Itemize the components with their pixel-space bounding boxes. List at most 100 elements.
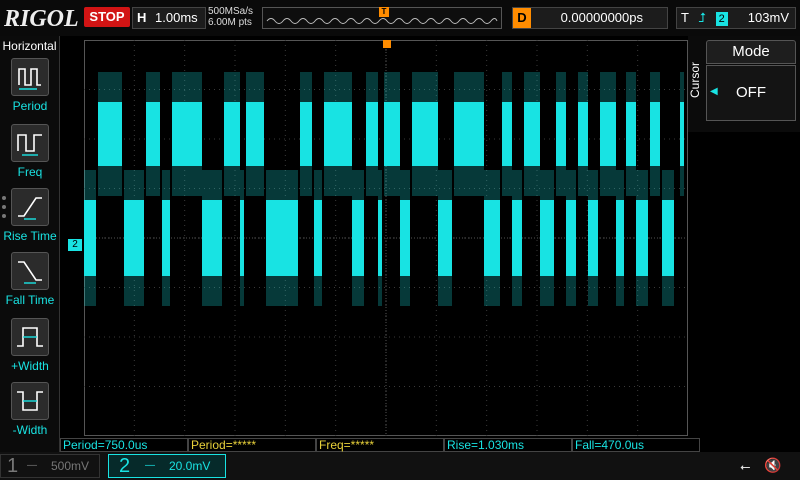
menu-item-label: Freq: [17, 165, 43, 179]
sample-rate: 500MSa/s: [208, 6, 254, 17]
memory-position-bar[interactable]: T: [262, 7, 502, 29]
trigger-box[interactable]: T ⮥ 2 103mV: [676, 7, 796, 29]
channel-1-number: 1: [7, 455, 19, 477]
high-level-burst-noise: [384, 72, 400, 196]
high-level-burst-noise: [146, 72, 160, 196]
menu-item-label: +Width: [11, 359, 49, 373]
measurement-fall-ch2[interactable]: Fall=470.0us: [572, 438, 700, 452]
delay-label: D: [513, 8, 531, 28]
fall-time-icon: [11, 252, 49, 290]
cursor-mode-button[interactable]: OFF: [706, 65, 796, 121]
menu-item-rise-time[interactable]: Rise Time: [0, 188, 60, 248]
rise-time-icon: [11, 188, 49, 226]
menu-item-label: Rise Time: [3, 229, 57, 243]
trigger-position-marker: T: [379, 7, 389, 17]
horizontal-label: H: [137, 10, 147, 25]
high-level-burst-noise: [578, 72, 588, 196]
low-level-burst-noise: [84, 170, 96, 306]
low-level-burst-noise: [202, 170, 222, 306]
high-level-burst-noise: [300, 72, 312, 196]
menu-item-freq[interactable]: Freq: [0, 124, 60, 184]
high-level-burst-noise: [224, 72, 240, 196]
low-level-burst-noise: [162, 170, 170, 306]
acquisition-info: 500MSa/s 6.00M pts: [208, 6, 253, 28]
channel-2-coupling: —: [145, 460, 155, 471]
low-level-burst-noise: [240, 170, 244, 306]
high-level-burst-noise: [502, 72, 512, 196]
high-level-burst-noise: [600, 72, 616, 196]
channel-2-offset-marker[interactable]: 2: [68, 239, 82, 251]
channel-1-box[interactable]: 1 — 500mV: [0, 454, 100, 478]
menu-item-label: Fall Time: [5, 293, 55, 307]
high-level-burst-noise: [324, 72, 352, 196]
low-level-burst-noise: [566, 170, 576, 306]
low-level-burst-noise: [378, 170, 382, 306]
high-level-burst-noise: [98, 72, 122, 196]
menu-item-negative-width[interactable]: -Width: [0, 382, 60, 442]
cursor-mode-value: OFF: [736, 84, 766, 101]
memory-depth: 6.00M pts: [208, 17, 252, 28]
timebase-value: 1.00ms: [155, 10, 198, 25]
menu-item-fall-time[interactable]: Fall Time: [0, 252, 60, 312]
high-level-burst-noise: [680, 72, 684, 196]
low-level-burst-noise: [438, 170, 452, 306]
low-level-burst-noise: [540, 170, 554, 306]
channel-2-number: 2: [119, 455, 131, 477]
cursor-panel-label: Cursor: [688, 62, 702, 99]
low-level-burst-noise: [124, 170, 144, 306]
panel-title: Horizontal: [2, 39, 57, 53]
menu-item-positive-width[interactable]: +Width: [0, 318, 60, 378]
pos-width-icon: [11, 318, 49, 356]
high-level-burst-noise: [626, 72, 636, 196]
rising-edge-icon: ⮥: [698, 10, 707, 25]
freq-icon: [11, 124, 49, 162]
low-level-burst-noise: [588, 170, 598, 306]
menu-item-label: Period: [12, 99, 48, 113]
speaker-muted-icon[interactable]: 🔇: [764, 457, 781, 474]
low-level-burst-noise: [352, 170, 364, 306]
menu-item-label: -Width: [12, 423, 48, 437]
trigger-label: T: [681, 10, 689, 25]
channel-2-box[interactable]: 2 — 20.0mV: [108, 454, 226, 478]
run-stop-indicator[interactable]: STOP: [84, 7, 130, 27]
rigol-logo: RIGOL: [4, 6, 79, 32]
menu-item-period[interactable]: Period: [0, 58, 60, 118]
high-level-burst-noise: [556, 72, 566, 196]
measurement-period-ch2[interactable]: Period=750.0us: [60, 438, 188, 452]
channel-status-bar: 1 — 500mV 2 — 20.0mV ⭠ 🔇: [0, 452, 800, 480]
trigger-time-marker: [383, 40, 391, 48]
period-icon: [11, 58, 49, 96]
trigger-source-badge: 2: [715, 12, 728, 26]
measurement-period-ch1[interactable]: Period=*****: [188, 438, 316, 452]
delay-box[interactable]: D 0.00000000ps: [512, 7, 668, 29]
measurement-bar: Period=750.0us Period=***** Freq=***** R…: [60, 438, 700, 452]
high-level-burst-noise: [246, 72, 264, 196]
waveform-display[interactable]: [84, 40, 688, 436]
high-level-burst-noise: [524, 72, 540, 196]
low-level-burst-noise: [400, 170, 410, 306]
high-level-burst-noise: [366, 72, 378, 196]
cursor-mode-header: Mode: [706, 40, 796, 64]
neg-width-icon: [11, 382, 49, 420]
low-level-burst-noise: [484, 170, 500, 306]
top-status-bar: RIGOL STOP H 1.00ms 500MSa/s 6.00M pts T…: [0, 0, 800, 36]
high-level-burst-noise: [172, 72, 202, 196]
trigger-level: 103mV: [747, 10, 789, 25]
low-level-burst-noise: [636, 170, 648, 306]
measurement-rise-ch2[interactable]: Rise=1.030ms: [444, 438, 572, 452]
low-level-burst-noise: [512, 170, 522, 306]
high-level-burst-noise: [412, 72, 438, 196]
cursor-menu-panel: Cursor Mode OFF ◀: [688, 36, 800, 132]
low-level-burst-noise: [616, 170, 624, 306]
channel-1-coupling: —: [27, 460, 37, 471]
channel-2-scale: 20.0mV: [169, 459, 211, 473]
select-arrow-icon: ◀: [710, 86, 718, 97]
channel-1-scale: 500mV: [51, 459, 90, 473]
horizontal-menu-panel: Horizontal Period Freq Rise Time Fall Ti…: [0, 36, 60, 452]
high-level-burst-noise: [454, 72, 484, 196]
usb-icon: ⭠: [740, 459, 751, 474]
low-level-burst-noise: [314, 170, 322, 306]
measurement-freq-ch1[interactable]: Freq=*****: [316, 438, 444, 452]
high-level-burst-noise: [650, 72, 660, 196]
timebase-box[interactable]: H 1.00ms: [132, 7, 206, 29]
